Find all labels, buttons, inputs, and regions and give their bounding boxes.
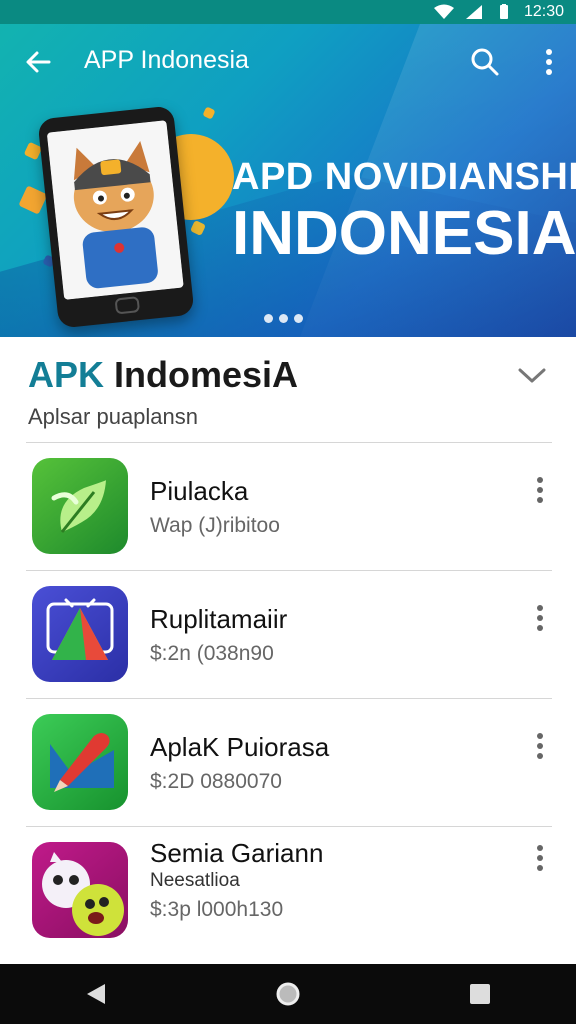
phone-home-button <box>114 296 141 315</box>
divider <box>26 442 552 443</box>
collapse-button[interactable] <box>512 360 552 392</box>
monster-icon <box>42 852 124 936</box>
item-menu-button[interactable] <box>524 838 556 878</box>
app-subtitle: $:2D 0880070 <box>150 770 282 793</box>
hero-headline: APD NOVIDIANSHH <box>232 156 576 198</box>
section-subtitle: Aplsar puaplansn <box>28 404 199 429</box>
arrow-left-icon <box>26 51 51 73</box>
overflow-menu-button[interactable] <box>532 43 566 81</box>
leaf-icon <box>51 480 107 533</box>
wifi-icon <box>433 4 454 19</box>
item-menu-button[interactable] <box>524 726 556 766</box>
more-vert-icon <box>537 477 543 503</box>
app-subtitle: Wap (J)ribitoo <box>150 514 280 537</box>
divider <box>26 826 552 827</box>
app-title: Piulacka <box>150 476 249 506</box>
app-meta: $:3p l000h130 <box>150 898 284 921</box>
section-title-accent: APK <box>28 354 105 395</box>
app-title: AplaK Puiorasa <box>150 732 330 762</box>
search-icon <box>471 48 499 76</box>
more-vert-icon <box>537 733 543 759</box>
status-time: 12:30 <box>523 3 564 20</box>
status-bar: 12:30 <box>0 0 576 24</box>
monster-app-icon <box>32 842 128 938</box>
back-button[interactable] <box>20 44 56 80</box>
hero-banner[interactable]: APP Indonesia APD NOVIDIANSHH INDONESIA <box>0 24 576 337</box>
search-button[interactable] <box>466 43 504 81</box>
list-item[interactable]: Semia Gariann Neesatlioa $:3p l000h130 <box>0 826 576 954</box>
marker-app-icon <box>32 714 128 810</box>
app-subtitle: $:2n (038n90 <box>150 642 274 665</box>
confetti-shape <box>202 106 216 120</box>
list-item[interactable]: Ruplitamaiir $:2n (038n90 <box>0 570 576 698</box>
list-item[interactable]: Piulacka Wap (J)ribitoo <box>0 442 576 570</box>
nav-back-button[interactable] <box>66 969 126 1019</box>
section-title: APK IndomesiA <box>28 354 298 396</box>
system-nav-bar <box>0 964 576 1024</box>
nav-recents-button[interactable] <box>450 969 510 1019</box>
triangle-back-icon <box>87 984 105 1004</box>
app-subtitle: Neesatlioa <box>150 870 240 891</box>
phone-screen <box>46 120 184 300</box>
item-menu-button[interactable] <box>524 598 556 638</box>
section-title-rest: IndomesiA <box>104 354 299 395</box>
leaf-app-icon <box>32 458 128 554</box>
carousel-dot[interactable] <box>279 314 288 323</box>
phone-illustration <box>37 105 195 329</box>
list-item[interactable]: AplaK Puiorasa $:2D 0880070 <box>0 698 576 826</box>
nav-home-button[interactable] <box>258 969 318 1019</box>
more-vert-icon <box>537 845 543 871</box>
marker-icon <box>50 733 114 792</box>
divider <box>26 698 552 699</box>
app-bar: APP Indonesia <box>0 24 576 98</box>
triangle-app-icon <box>32 586 128 682</box>
signal-icon <box>465 5 482 19</box>
square-recents-icon <box>470 984 490 1004</box>
battery-icon <box>499 4 508 19</box>
hero-headline-large: INDONESIA <box>232 199 576 268</box>
chevron-down-icon <box>518 368 546 383</box>
more-vert-icon <box>546 49 552 75</box>
mascot-icon <box>46 120 184 300</box>
carousel-indicator[interactable] <box>264 314 303 323</box>
item-menu-button[interactable] <box>524 470 556 510</box>
confetti-shape <box>18 185 48 215</box>
more-vert-icon <box>537 605 543 631</box>
divider <box>26 570 552 571</box>
carousel-dot[interactable] <box>294 314 303 323</box>
triangle-icon <box>46 598 114 660</box>
app-title: APP Indonesia <box>84 46 249 74</box>
circle-home-icon <box>276 982 300 1006</box>
app-title: Ruplitamaiir <box>150 604 288 634</box>
carousel-dot[interactable] <box>264 314 273 323</box>
app-title: Semia Gariann <box>150 838 324 868</box>
